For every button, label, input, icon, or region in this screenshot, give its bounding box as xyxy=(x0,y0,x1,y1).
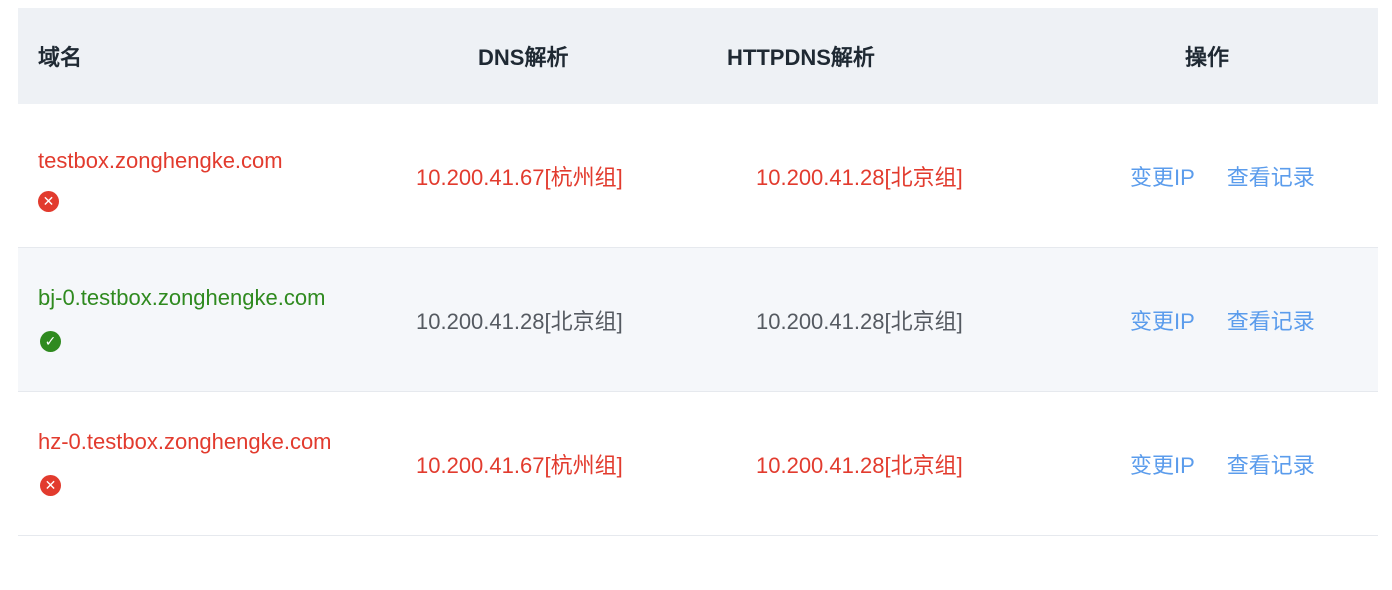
dns-cell: 10.200.41.67[杭州组] xyxy=(358,448,698,480)
httpdns-ip: 10.200.41.28[北京组] xyxy=(756,452,963,478)
change-ip-link[interactable]: 变更IP xyxy=(1130,448,1195,480)
ops-cell: 变更IP 查看记录 xyxy=(1038,448,1378,480)
change-ip-link[interactable]: 变更IP xyxy=(1130,304,1195,336)
header-domain: 域名 xyxy=(38,45,83,70)
table-row: testbox.zonghengke.com ✕ 10.200.41.67[杭州… xyxy=(18,104,1378,248)
domain-cell: bj-0.testbox.zonghengke.com ✓ xyxy=(18,275,358,365)
dns-cell: 10.200.41.28[北京组] xyxy=(358,304,698,336)
domain-name: testbox.zonghengke.com xyxy=(38,147,283,173)
view-log-link[interactable]: 查看记录 xyxy=(1227,304,1315,336)
header-dns: DNS解析 xyxy=(478,45,569,70)
httpdns-cell: 10.200.41.28[北京组] xyxy=(698,160,1038,192)
domain-name: bj-0.testbox.zonghengke.com xyxy=(38,284,326,310)
httpdns-cell: 10.200.41.28[北京组] xyxy=(698,448,1038,480)
dns-table: 域名 DNS解析 HTTPDNS解析 操作 testbox.zonghengke… xyxy=(18,8,1378,536)
header-ops: 操作 xyxy=(1185,45,1230,70)
ops-cell: 变更IP 查看记录 xyxy=(1038,304,1378,336)
domain-cell: testbox.zonghengke.com ✕ xyxy=(18,138,358,214)
view-log-link[interactable]: 查看记录 xyxy=(1227,160,1315,192)
header-httpdns: HTTPDNS解析 xyxy=(727,45,875,70)
dns-cell: 10.200.41.67[杭州组] xyxy=(358,160,698,192)
table-header: 域名 DNS解析 HTTPDNS解析 操作 xyxy=(18,8,1378,104)
error-icon: ✕ xyxy=(38,190,59,212)
check-icon: ✓ xyxy=(40,331,61,353)
ops-cell: 变更IP 查看记录 xyxy=(1038,160,1378,192)
dns-ip: 10.200.41.28[北京组] xyxy=(416,308,623,334)
httpdns-cell: 10.200.41.28[北京组] xyxy=(698,304,1038,336)
view-log-link[interactable]: 查看记录 xyxy=(1227,448,1315,480)
table-row: hz-0.testbox.zonghengke.com ✕ 10.200.41.… xyxy=(18,392,1378,536)
httpdns-ip: 10.200.41.28[北京组] xyxy=(756,308,963,334)
dns-ip: 10.200.41.67[杭州组] xyxy=(416,452,623,478)
domain-name: hz-0.testbox.zonghengke.com xyxy=(38,428,332,454)
dns-ip: 10.200.41.67[杭州组] xyxy=(416,164,623,190)
change-ip-link[interactable]: 变更IP xyxy=(1130,160,1195,192)
domain-cell: hz-0.testbox.zonghengke.com ✕ xyxy=(18,419,358,509)
table-row: bj-0.testbox.zonghengke.com ✓ 10.200.41.… xyxy=(18,248,1378,392)
httpdns-ip: 10.200.41.28[北京组] xyxy=(756,164,963,190)
error-icon: ✕ xyxy=(40,475,61,497)
